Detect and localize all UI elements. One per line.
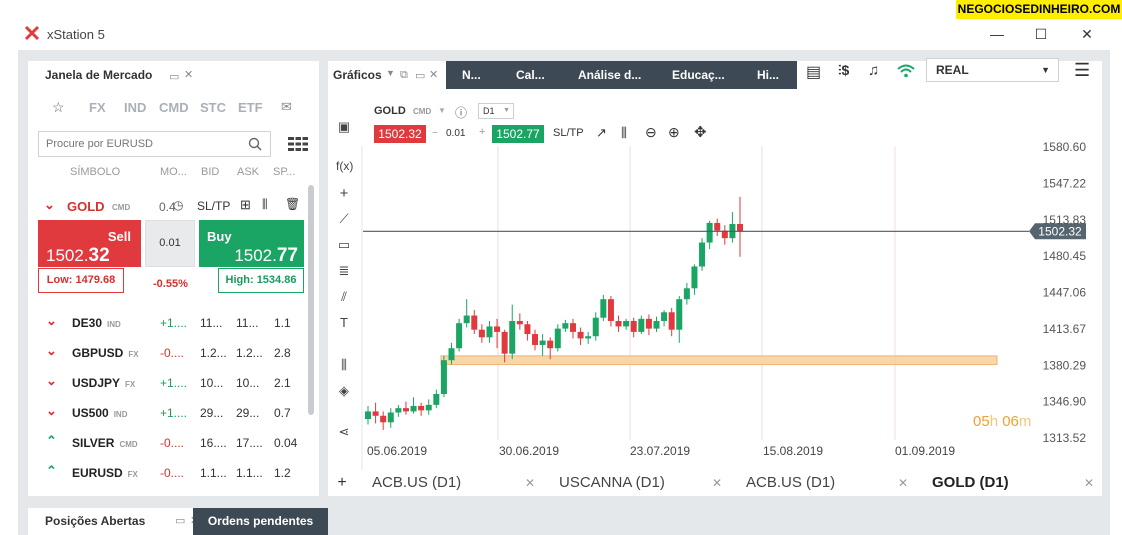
candle <box>410 405 417 412</box>
candle <box>501 331 508 354</box>
x-tick-label: 30.06.2019 <box>499 444 559 458</box>
candle <box>425 404 432 411</box>
y-tick-label: 1380.29 <box>1043 358 1087 372</box>
close-tab-icon[interactable]: ✕ <box>898 470 908 496</box>
countdown-hours-unit: h <box>989 413 999 430</box>
candle <box>402 408 409 412</box>
close-tab-icon[interactable]: ✕ <box>525 470 535 496</box>
countdown-minutes-unit: m <box>1018 413 1032 430</box>
chart-tab-label: USCANNA (D1) <box>559 474 665 491</box>
candle <box>478 329 485 338</box>
candle <box>387 412 394 423</box>
candle <box>532 334 539 345</box>
add-chart-tab-icon[interactable]: + <box>328 470 356 496</box>
candle <box>365 411 371 420</box>
tab-pending-orders[interactable]: Ordens pendentes <box>193 508 328 535</box>
candle <box>440 360 447 394</box>
candle <box>418 405 425 411</box>
candle <box>585 336 592 339</box>
close-tab-icon[interactable]: ✕ <box>712 470 722 496</box>
candle <box>554 328 561 349</box>
y-tick-label: 1447.06 <box>1043 286 1087 300</box>
candle <box>592 317 599 337</box>
y-tick-label: 1547.22 <box>1043 176 1087 190</box>
candle <box>607 299 614 321</box>
candle <box>448 348 455 361</box>
countdown-hours: 05 <box>973 413 990 430</box>
candle <box>638 318 645 332</box>
candle <box>623 320 630 327</box>
y-tick-label: 1513.83 <box>1043 213 1087 227</box>
candle-countdown: 05h 06m <box>973 413 1031 430</box>
candle <box>395 408 402 413</box>
popout-positions-icon[interactable]: ▭ <box>175 508 185 535</box>
candle <box>539 340 546 345</box>
candle <box>691 266 698 289</box>
candle <box>577 331 584 339</box>
close-tab-icon[interactable]: ✕ <box>1084 470 1094 496</box>
y-tick-label: 1580.60 <box>1043 140 1087 154</box>
candle <box>569 323 576 332</box>
chart-tab-acb-2[interactable]: ACB.US (D1) ✕ <box>732 470 916 496</box>
open-positions-label: Posições Abertas <box>45 514 146 528</box>
candle <box>661 312 668 321</box>
candle <box>615 320 622 327</box>
chart-tab-acb-1[interactable]: ACB.US (D1) ✕ <box>358 470 543 496</box>
candle <box>516 320 523 325</box>
x-tick-label: 23.07.2019 <box>630 444 690 458</box>
candle <box>456 323 463 349</box>
candle <box>433 393 440 405</box>
candle <box>645 318 652 329</box>
support-zone <box>440 355 998 366</box>
candle <box>372 411 379 416</box>
candle <box>706 222 713 243</box>
candle <box>547 340 554 349</box>
chart-tab-label: GOLD (D1) <box>932 474 1009 491</box>
candle <box>486 326 493 338</box>
candle <box>494 326 501 332</box>
candle <box>380 415 387 423</box>
candle <box>600 299 607 318</box>
x-tick-label: 05.06.2019 <box>367 444 427 458</box>
x-tick-label: 15.08.2019 <box>763 444 823 458</box>
candle <box>509 320 516 354</box>
tab-open-positions[interactable]: Posições Abertas▭✕ <box>28 508 199 535</box>
candle <box>676 299 683 330</box>
candle <box>714 222 721 231</box>
candle <box>630 320 637 332</box>
candle <box>524 324 531 335</box>
y-tick-label: 1346.90 <box>1043 395 1087 409</box>
chart-tab-gold[interactable]: GOLD (D1) ✕ <box>918 470 1102 496</box>
candle <box>668 312 675 330</box>
countdown-minutes: 06 <box>1002 413 1019 430</box>
candle <box>737 224 743 232</box>
candle <box>683 288 690 300</box>
y-tick-label: 1313.52 <box>1043 431 1087 445</box>
candle <box>562 323 569 329</box>
gold-candle-chart[interactable]: 1502.321580.601547.221513.831480.451447.… <box>0 0 1122 535</box>
chart-tab-label: ACB.US (D1) <box>746 474 836 491</box>
y-tick-label: 1480.45 <box>1043 249 1087 263</box>
x-tick-label: 01.09.2019 <box>895 444 955 458</box>
chart-tab-uscanna[interactable]: USCANNA (D1) ✕ <box>545 470 730 496</box>
chart-tab-label: ACB.US (D1) <box>372 474 462 491</box>
candle <box>471 315 478 330</box>
candle <box>463 315 470 324</box>
candle <box>699 242 706 267</box>
candle <box>653 320 660 329</box>
y-tick-label: 1413.67 <box>1043 322 1087 336</box>
